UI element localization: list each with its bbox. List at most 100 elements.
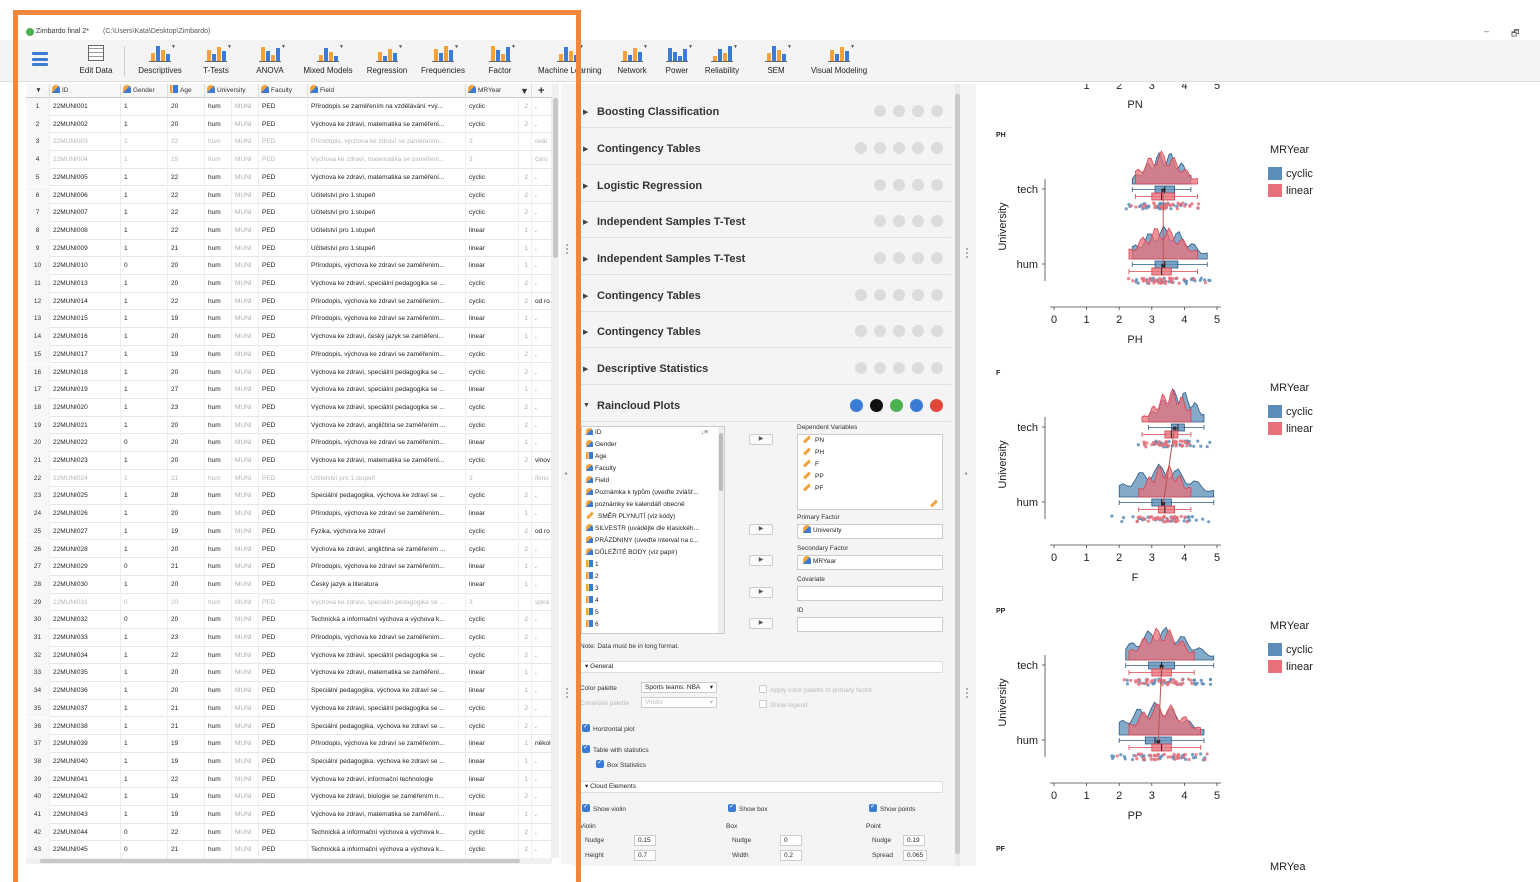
table-cell[interactable]: 22MUNI007	[50, 204, 121, 222]
table-cell[interactable]: .	[532, 345, 552, 364]
dependent-variable-item[interactable]: PH	[798, 447, 942, 459]
row-number[interactable]: 38	[26, 752, 50, 771]
table-cell[interactable]: 22MUNI038	[50, 717, 121, 736]
table-cell[interactable]: hum	[205, 292, 232, 311]
row-number[interactable]: 39	[26, 770, 50, 789]
table-cell[interactable]: 23	[168, 398, 205, 417]
violin-nudge-input[interactable]: 0.15	[634, 835, 656, 846]
table-cell[interactable]: hum	[205, 398, 232, 417]
table-cell[interactable]: hum	[205, 257, 232, 275]
row-number[interactable]: 12	[26, 292, 50, 311]
table-cell[interactable]: MUNI	[232, 629, 259, 647]
table-cell[interactable]: MUNI	[232, 575, 259, 594]
table-cell[interactable]: MUNI	[232, 345, 259, 364]
filter-icon[interactable]: ▼	[26, 84, 50, 98]
table-row[interactable]: 15 22MUNI017 1 19 hum MUNI PED Přírodopis, vých…	[26, 345, 552, 364]
table-cell[interactable]: hum	[205, 629, 232, 647]
show-points-checkbox[interactable]: Show points	[869, 802, 915, 813]
table-cell[interactable]: 22MUNI030	[50, 575, 121, 594]
expand-arrow-icon[interactable]: ▶	[583, 292, 588, 300]
column-header[interactable]: Faculty	[259, 84, 308, 98]
table-cell[interactable]: 28	[168, 487, 205, 506]
table-cell[interactable]: linear	[466, 735, 519, 753]
table-row[interactable]: 16 22MUNI018 1 20 hum MUNI PED Výchova ke zdrav…	[26, 363, 552, 382]
table-row[interactable]: 42 22MUNI044 0 22 hum MUNI PED Technická a info…	[26, 823, 552, 842]
table-cell[interactable]: linear	[466, 558, 519, 576]
ribbon-frequencies-button[interactable]: ▼ Frequencies	[413, 44, 473, 75]
table-cell[interactable]: PED	[259, 292, 308, 311]
table-cell[interactable]: 22MUNI008	[50, 221, 121, 240]
table-cell[interactable]: cyclic	[466, 398, 519, 417]
table-cell[interactable]: PED	[259, 239, 308, 258]
table-cell[interactable]: 20	[168, 452, 205, 470]
covariate-palette-select[interactable]: Viridis ▾	[641, 697, 717, 708]
table-cell[interactable]: cyclic	[466, 487, 519, 506]
source-variable-list[interactable]: ID Gender Age Faculty Field Poznámka k typům …	[581, 426, 725, 634]
table-cell[interactable]: 22	[168, 770, 205, 789]
table-cell[interactable]: 20	[168, 505, 205, 523]
analysis-title[interactable]: Contingency Tables	[597, 290, 701, 302]
table-cell[interactable]: 1	[121, 310, 168, 329]
table-cell[interactable]: PED	[259, 664, 308, 683]
table-cell[interactable]: linear	[466, 752, 519, 771]
collapse-right-icon[interactable]: ◂	[964, 470, 967, 477]
row-number[interactable]: 6	[26, 186, 50, 205]
table-row[interactable]: 25 22MUNI027 1 19 hum MUNI PED Fyzika, výchova …	[26, 522, 552, 541]
table-cell[interactable]: 3	[466, 593, 519, 612]
row-number[interactable]: 42	[26, 823, 50, 842]
table-cell[interactable]: .	[532, 611, 552, 629]
table-cell[interactable]: hum	[205, 593, 232, 612]
table-cell[interactable]: MUNI	[232, 699, 259, 718]
row-number[interactable]: 8	[26, 221, 50, 240]
analysis-title[interactable]: Boosting Classification	[597, 106, 719, 118]
table-cell[interactable]: 2	[519, 841, 532, 858]
table-cell[interactable]: hum	[205, 540, 232, 559]
table-cell[interactable]: cyclic	[466, 788, 519, 806]
edit-title-icon[interactable]	[874, 289, 886, 301]
table-cell[interactable]: .	[532, 752, 552, 771]
table-cell[interactable]: Přírodopis, výchova ke zdraví se zaměřen…	[308, 345, 466, 364]
table-cell[interactable]: 22MUNI023	[50, 452, 121, 470]
column-header[interactable]: University	[205, 84, 259, 98]
ribbon-regression-button[interactable]: ▼ Regression	[357, 44, 417, 75]
table-cell[interactable]: PED	[259, 646, 308, 665]
table-cell[interactable]: Výchova ke zdraví, speciální pedagogika …	[308, 363, 466, 382]
table-cell[interactable]: MUNI	[232, 98, 259, 116]
table-cell[interactable]: 1	[519, 735, 532, 753]
table-cell[interactable]: PED	[259, 151, 308, 169]
row-number[interactable]: 2	[26, 115, 50, 134]
row-number[interactable]: 11	[26, 275, 50, 293]
table-cell[interactable]: 2	[519, 275, 532, 293]
table-cell[interactable]: PED	[259, 133, 308, 152]
column-header[interactable]: Age	[168, 84, 205, 98]
table-row[interactable]: 30 22MUNI032 0 20 hum MUNI PED Technická a info…	[26, 611, 552, 629]
analysis-title[interactable]: Contingency Tables	[597, 143, 701, 155]
table-cell[interactable]: 19	[168, 345, 205, 364]
table-cell[interactable]: PED	[259, 416, 308, 435]
table-cell[interactable]: 22MUNI022	[50, 434, 121, 452]
table-cell[interactable]: spirá	[532, 593, 552, 612]
table-cell[interactable]: hum	[205, 682, 232, 700]
table-cell[interactable]: MUNI	[232, 770, 259, 789]
row-number[interactable]: 32	[26, 646, 50, 665]
variable-list-item[interactable]: 2	[582, 571, 724, 583]
box-nudge-input[interactable]: 0	[780, 835, 802, 846]
table-cell[interactable]: hum	[205, 381, 232, 399]
table-cell[interactable]: MUNI	[232, 151, 259, 169]
table-cell[interactable]: 2	[519, 629, 532, 647]
table-cell[interactable]: hum	[205, 115, 232, 134]
dependent-variable-item[interactable]: PF	[798, 483, 942, 495]
table-cell[interactable]: MUNI	[232, 239, 259, 258]
table-cell[interactable]: MUNI	[232, 558, 259, 576]
expand-arrow-icon[interactable]: ▶	[583, 145, 588, 153]
table-cell[interactable]: MUNI	[232, 469, 259, 488]
table-cell[interactable]: PED	[259, 363, 308, 382]
table-cell[interactable]: 22MUNI043	[50, 806, 121, 824]
table-cell[interactable]: .	[532, 823, 552, 842]
table-cell[interactable]: 27	[168, 381, 205, 399]
table-cell[interactable]: hum	[205, 505, 232, 523]
grid-vertical-scrollbar[interactable]	[552, 84, 559, 858]
r-syntax-icon[interactable]	[855, 362, 867, 374]
row-number[interactable]: 22	[26, 469, 50, 488]
table-cell[interactable]: .	[532, 717, 552, 736]
